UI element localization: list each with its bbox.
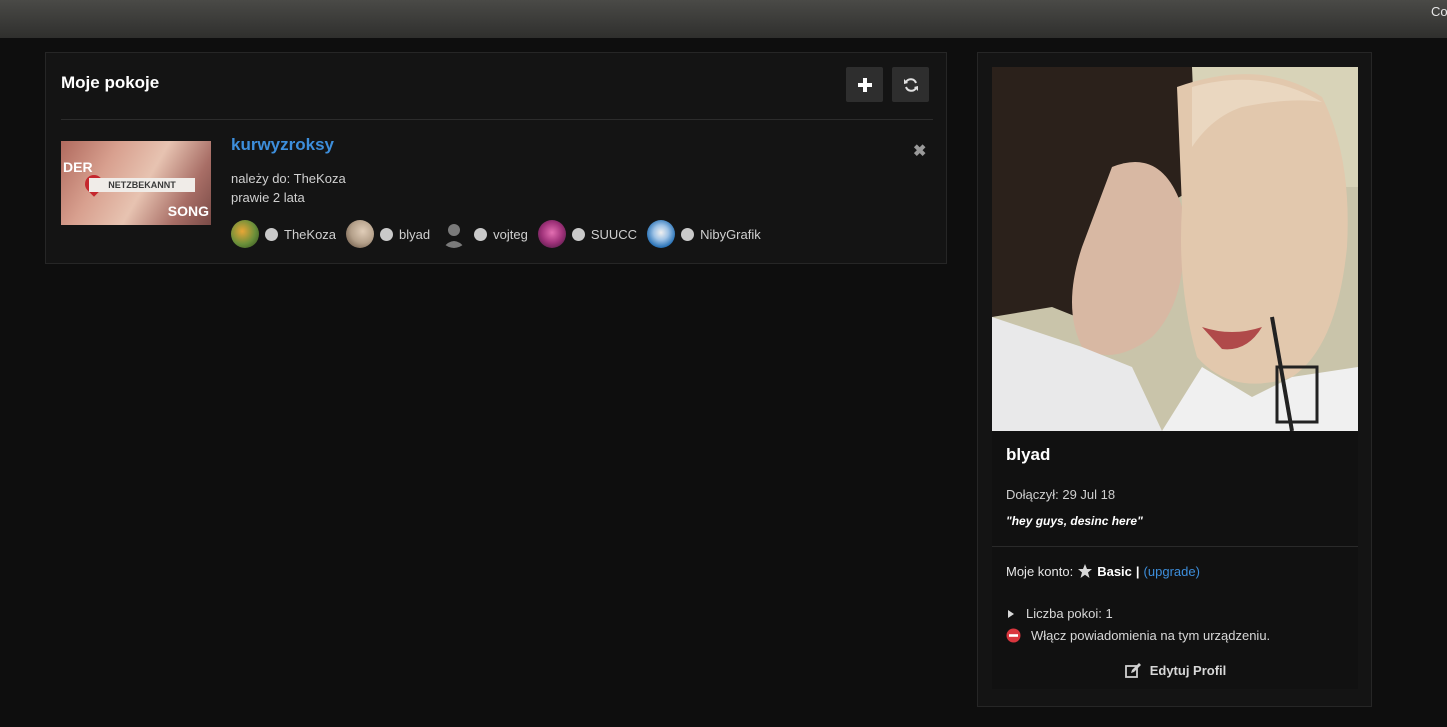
- room-thumbnail[interactable]: DER NETZBEKANNT SONG: [61, 141, 211, 225]
- member-name: blyad: [399, 226, 431, 242]
- profile-quote: "hey guys, desinc here": [1006, 514, 1143, 528]
- top-bar-corner-text[interactable]: Co: [1431, 4, 1447, 19]
- thumb-band: NETZBEKANNT: [89, 178, 195, 192]
- room-name-link[interactable]: kurwyzroksy: [231, 135, 334, 155]
- rooms-count-label: Liczba pokoi: 1: [1026, 606, 1113, 621]
- rooms-count[interactable]: Liczba pokoi: 1: [1006, 606, 1113, 621]
- account-info: Moje konto: Basic | (upgrade): [1006, 563, 1200, 579]
- add-room-button[interactable]: [846, 67, 883, 102]
- avatar: [231, 220, 259, 248]
- profile-divider: [992, 546, 1358, 547]
- edit-profile-button[interactable]: Edytuj Profil: [978, 663, 1373, 678]
- thumb-text-bottom: SONG: [167, 203, 209, 219]
- profile-panel: blyad Dołączył: 29 Jul 18 "hey guys, des…: [977, 52, 1372, 707]
- room-owner: należy do: TheKoza: [231, 171, 346, 186]
- room-age: prawie 2 lata: [231, 190, 305, 205]
- status-dot: [380, 227, 394, 241]
- star-icon: [1078, 564, 1093, 578]
- account-tier: Basic: [1097, 563, 1132, 579]
- avatar: [346, 220, 375, 248]
- status-dot: [265, 227, 278, 241]
- status-dot: [571, 227, 585, 241]
- notify-label: Włącz powiadomienia na tym urządzeniu.: [1031, 628, 1271, 643]
- close-icon[interactable]: ✖: [913, 141, 926, 161]
- member-nibygrafik[interactable]: NibyGrafik: [647, 220, 761, 248]
- profile-photo-image: [992, 67, 1358, 431]
- minus-circle-icon: [1006, 628, 1021, 643]
- edit-icon: [1124, 663, 1141, 678]
- member-name: TheKoza: [284, 226, 337, 242]
- profile-details: blyad Dołączył: 29 Jul 18 "hey guys, des…: [992, 431, 1358, 689]
- rooms-title: Moje pokoje: [61, 73, 160, 92]
- caret-right-icon: [1008, 609, 1014, 618]
- profile-username: blyad: [1006, 445, 1051, 464]
- member-name: SUUCC: [590, 226, 638, 242]
- enable-notifications[interactable]: Włącz powiadomienia na tym urządzeniu.: [1006, 628, 1270, 643]
- top-bar: Co: [0, 0, 1447, 38]
- member-thekoza[interactable]: TheKoza: [231, 220, 336, 248]
- upgrade-link[interactable]: (upgrade): [1144, 564, 1200, 579]
- room-members: TheKoza blyad vojteg SUUCC NibyGrafik: [231, 220, 771, 248]
- plus-icon: [857, 77, 872, 92]
- default-avatar-icon: [440, 220, 469, 248]
- refresh-icon: [903, 77, 918, 92]
- status-dot: [474, 227, 488, 241]
- profile-photo[interactable]: [992, 67, 1358, 431]
- my-rooms-panel: Moje pokoje DER NETZBEKANNT SONG kurwyzr…: [45, 52, 947, 264]
- refresh-rooms-button[interactable]: [892, 67, 929, 102]
- avatar: [537, 220, 566, 248]
- account-label: Moje konto:: [1006, 563, 1074, 579]
- rooms-divider: [61, 119, 933, 120]
- edit-profile-label: Edytuj Profil: [1149, 663, 1227, 678]
- status-dot: [681, 227, 695, 241]
- member-name: vojteg: [493, 226, 528, 242]
- joined-date: Dołączył: 29 Jul 18: [1006, 487, 1116, 502]
- member-suucc[interactable]: SUUCC: [537, 220, 638, 248]
- thumb-text-top: DER: [63, 159, 93, 175]
- member-blyad[interactable]: blyad: [346, 220, 430, 248]
- member-name: NibyGrafik: [700, 226, 761, 242]
- account-pipe: |: [1135, 563, 1140, 579]
- avatar: [647, 220, 676, 248]
- member-vojteg[interactable]: vojteg: [440, 220, 528, 248]
